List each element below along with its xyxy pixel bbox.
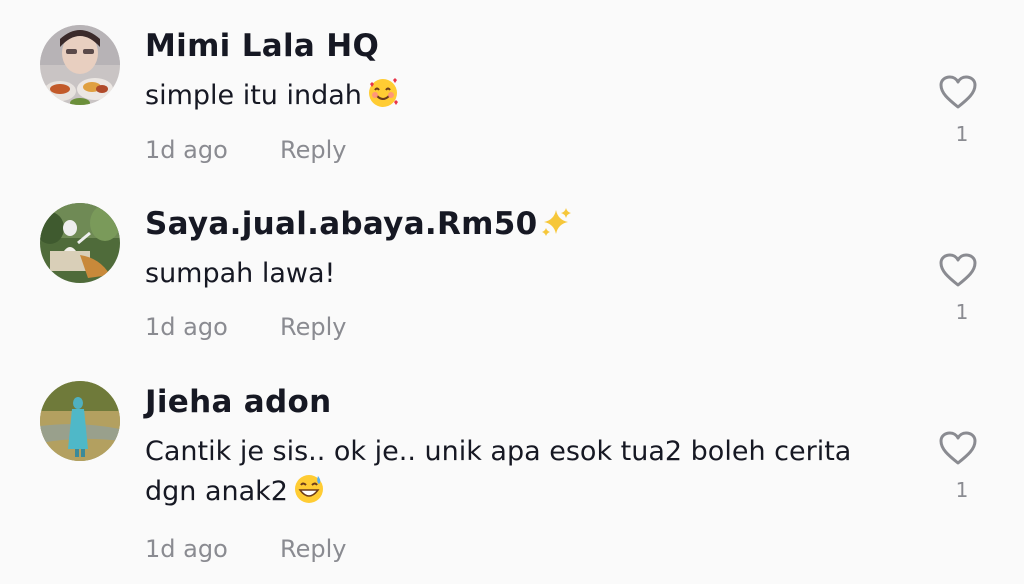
username-text: Jieha adon	[145, 384, 332, 420]
like-control: 1	[938, 252, 978, 324]
heart-icon[interactable]	[938, 430, 978, 466]
comment-username[interactable]: Jieha adon	[145, 384, 331, 420]
avatar[interactable]	[40, 203, 120, 283]
reply-button[interactable]: Reply	[280, 136, 346, 164]
like-control: 1	[938, 74, 978, 146]
like-count: 1	[955, 478, 969, 502]
heart-icon[interactable]	[938, 74, 978, 110]
avatar[interactable]	[40, 25, 120, 105]
heart-icon[interactable]	[938, 252, 978, 288]
comment-timestamp: 1d ago	[145, 313, 228, 341]
reply-button[interactable]: Reply	[280, 535, 346, 563]
comment-text-content: Cantik je sis.. ok je.. unik apa esok tu…	[145, 436, 852, 507]
comment-meta: 1d ago Reply	[145, 136, 346, 164]
comment-meta: 1d ago Reply	[145, 313, 346, 341]
comment-text: simple itu indah	[145, 76, 905, 122]
comment-username[interactable]: Mimi Lala HQ	[145, 28, 379, 64]
sparkles-icon	[540, 206, 572, 246]
comment-text-content: simple itu indah	[145, 80, 362, 111]
like-control: 1	[938, 430, 978, 502]
username-text: Saya.jual.abaya.Rm50	[145, 206, 538, 242]
grinning-face-with-sweat-icon	[292, 472, 326, 518]
reply-button[interactable]: Reply	[280, 313, 346, 341]
comment-text: sumpah lawa!	[145, 254, 905, 294]
comment-text: Cantik je sis.. ok je.. unik apa esok tu…	[145, 432, 905, 518]
like-count: 1	[955, 300, 969, 324]
comment-timestamp: 1d ago	[145, 136, 228, 164]
smiling-face-with-hearts-icon	[366, 76, 400, 122]
comment-list: Mimi Lala HQ simple itu indah 1d ago Repl…	[0, 0, 1024, 584]
avatar[interactable]	[40, 381, 120, 461]
comment-meta: 1d ago Reply	[145, 535, 346, 563]
like-count: 1	[955, 122, 969, 146]
comment-timestamp: 1d ago	[145, 535, 228, 563]
comment-text-content: sumpah lawa!	[145, 258, 336, 289]
comment-username[interactable]: Saya.jual.abaya.Rm50	[145, 206, 572, 246]
username-text: Mimi Lala HQ	[145, 28, 380, 64]
